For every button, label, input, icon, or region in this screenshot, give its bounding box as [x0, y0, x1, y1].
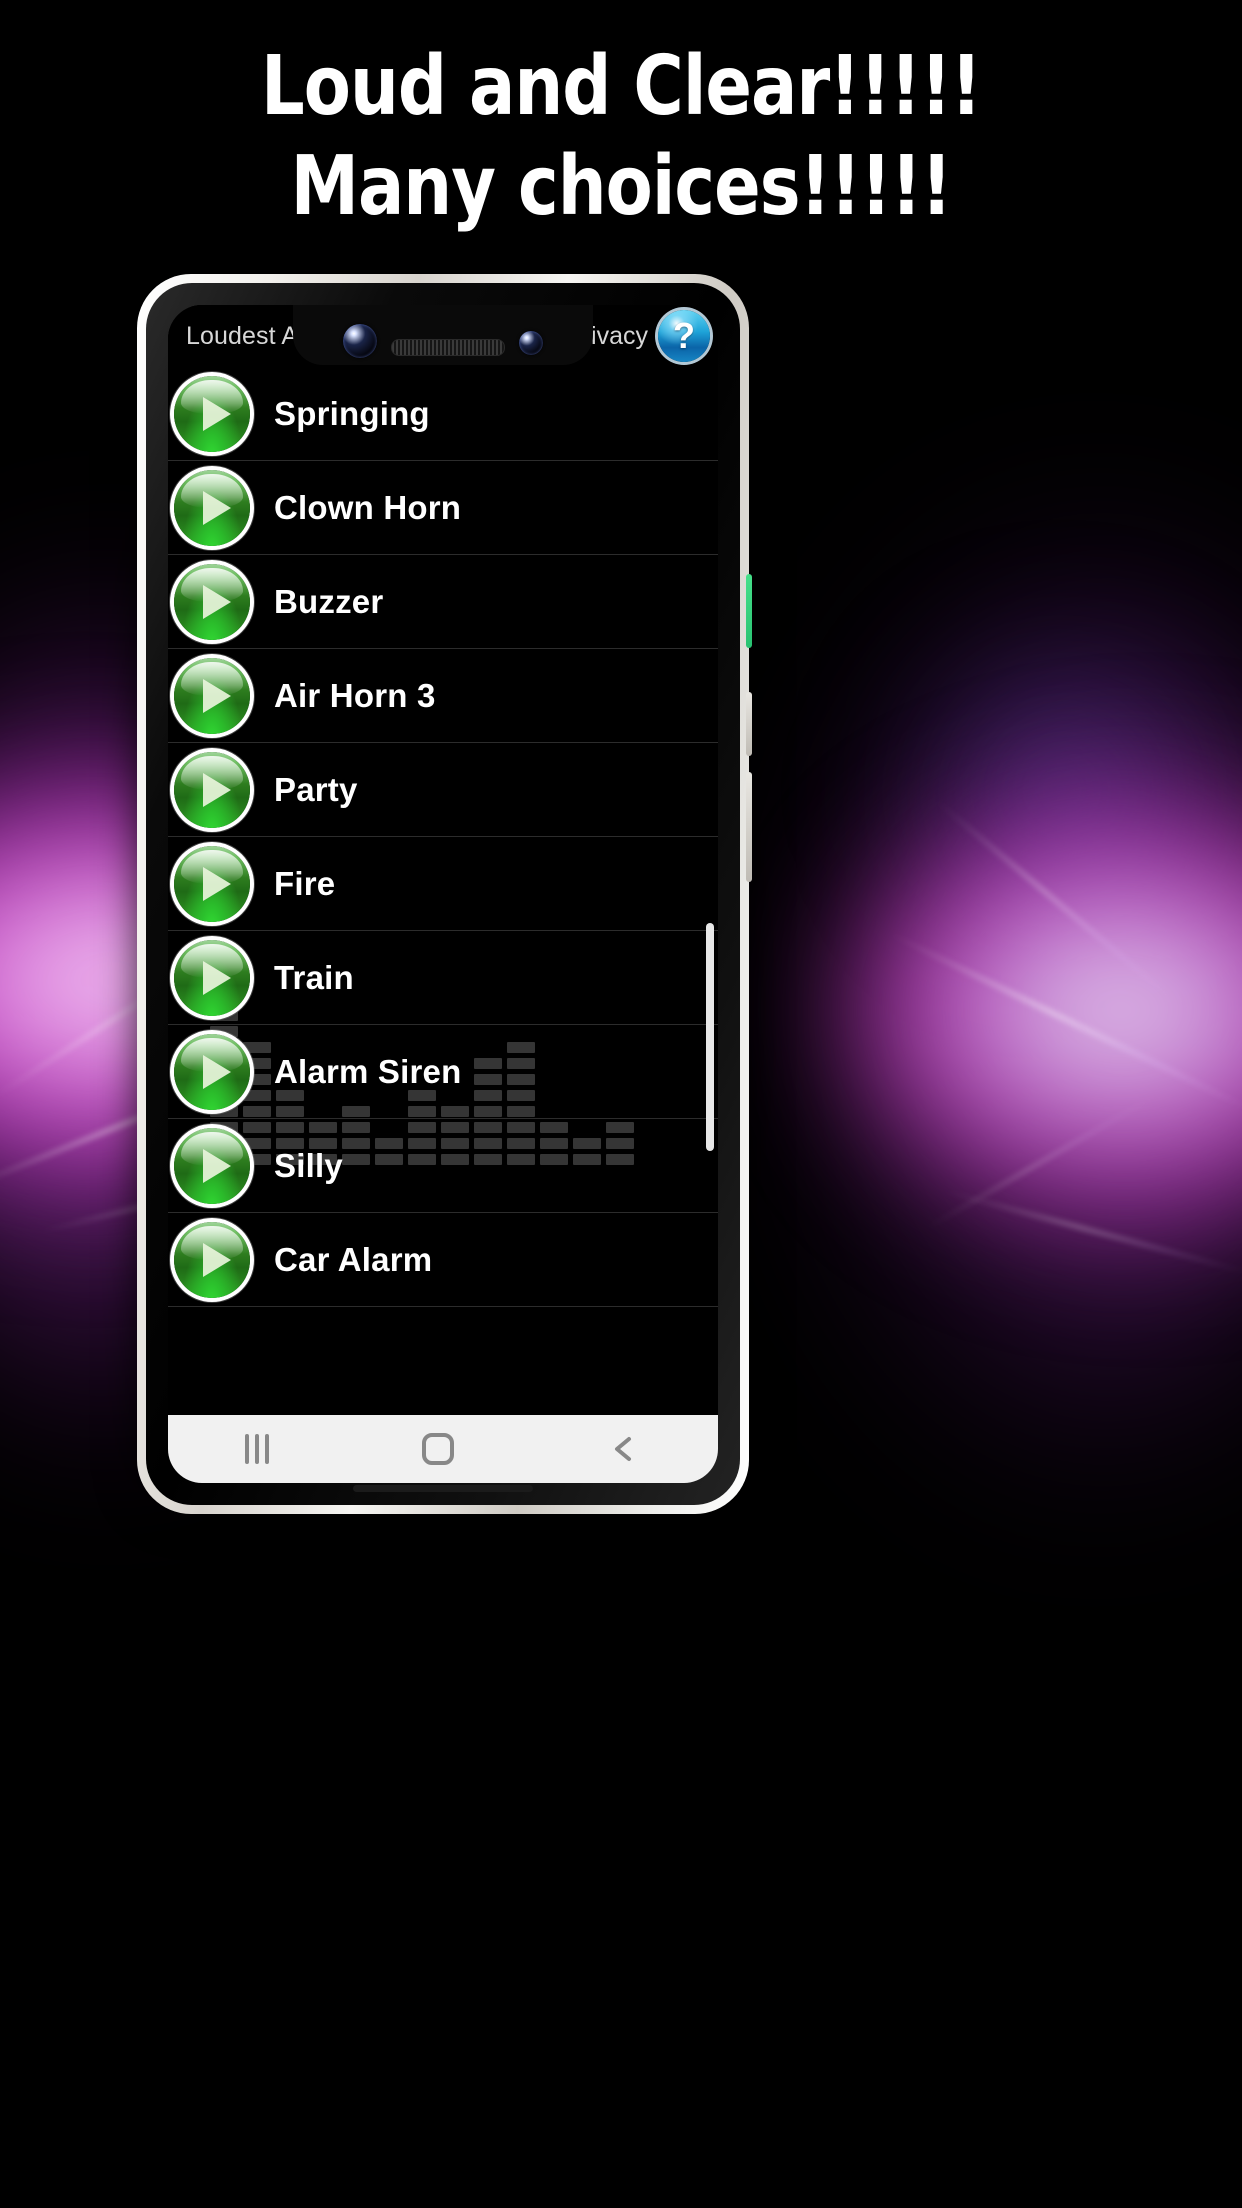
app-window: Loudest Alarm R Privacy ? Springing Clow… — [168, 305, 718, 1483]
play-triangle — [203, 678, 231, 713]
ringtone-label: Buzzer — [274, 582, 384, 620]
play-triangle — [203, 1148, 231, 1183]
ringtone-label: Air Horn 3 — [274, 676, 436, 714]
back-icon[interactable] — [607, 1432, 641, 1466]
side-button-accent[interactable] — [746, 574, 752, 648]
home-icon[interactable] — [421, 1433, 454, 1465]
ringtone-list[interactable]: Springing Clown Horn Buzzer Air Horn 3 Party… — [168, 367, 718, 1415]
play-icon[interactable] — [174, 657, 250, 734]
ringtone-label: Fire — [274, 864, 336, 902]
ringtone-row[interactable]: Air Horn 3 — [168, 649, 718, 743]
play-icon[interactable] — [174, 1033, 250, 1110]
play-triangle — [203, 396, 231, 431]
side-button-power[interactable] — [746, 772, 752, 882]
secondary-camera-icon — [519, 331, 543, 355]
ringtone-label: Clown Horn — [274, 488, 462, 526]
ringtone-row[interactable]: Car Alarm — [168, 1213, 718, 1307]
play-icon[interactable] — [174, 1127, 250, 1204]
glow-right-core — [842, 780, 1242, 1240]
headline-line-1: Loud and Clear!!!!! — [260, 39, 982, 134]
app-header: Loudest Alarm R Privacy ? — [168, 305, 718, 367]
phone-chin-speaker — [353, 1485, 533, 1492]
light-streak — [882, 928, 1242, 1117]
ringtone-label: Alarm Siren — [274, 1052, 462, 1090]
light-streak — [937, 1187, 1242, 1277]
recents-icon[interactable] — [244, 1434, 269, 1464]
play-icon[interactable] — [174, 939, 250, 1016]
ringtone-label: Car Alarm — [274, 1240, 433, 1278]
ringtone-rows: Springing Clown Horn Buzzer Air Horn 3 Party… — [168, 367, 718, 1307]
play-triangle — [203, 490, 231, 525]
play-triangle — [203, 1242, 231, 1277]
play-triangle — [203, 866, 231, 901]
ringtone-row[interactable]: Buzzer — [168, 555, 718, 649]
help-button[interactable]: ? — [658, 310, 710, 362]
front-camera-icon — [343, 324, 377, 358]
light-streak — [929, 794, 1185, 1010]
scrollbar-thumb[interactable] — [706, 923, 714, 1151]
phone-screen: Loudest Alarm R Privacy ? Springing Clow… — [168, 305, 718, 1483]
play-icon[interactable] — [174, 563, 250, 640]
phone-mockup: Loudest Alarm R Privacy ? Springing Clow… — [137, 274, 752, 1514]
ringtone-label: Silly — [274, 1146, 343, 1184]
play-triangle — [203, 584, 231, 619]
ringtone-row[interactable]: Silly — [168, 1119, 718, 1213]
play-icon[interactable] — [174, 375, 250, 452]
headline-line-2: Many choices!!!!! — [290, 139, 953, 234]
ringtone-row[interactable]: Party — [168, 743, 718, 837]
ringtone-label: Party — [274, 770, 358, 808]
play-icon[interactable] — [174, 751, 250, 828]
ringtone-row[interactable]: Clown Horn — [168, 461, 718, 555]
earpiece-speaker-icon — [391, 339, 505, 356]
ringtone-row[interactable]: Springing — [168, 367, 718, 461]
ringtone-label: Train — [274, 958, 354, 996]
play-triangle — [203, 772, 231, 807]
ringtone-label: Springing — [274, 394, 430, 432]
play-icon[interactable] — [174, 469, 250, 546]
glow-right-outer — [802, 520, 1242, 1480]
play-triangle — [203, 960, 231, 995]
android-navbar — [168, 1415, 718, 1483]
ringtone-row[interactable]: Fire — [168, 837, 718, 931]
light-streak — [920, 1090, 1164, 1233]
phone-notch — [293, 305, 593, 365]
play-icon[interactable] — [174, 845, 250, 922]
play-triangle — [203, 1054, 231, 1089]
ringtone-row[interactable]: Train — [168, 931, 718, 1025]
promo-headline: Loud and Clear!!!!! Many choices!!!!! — [0, 46, 1242, 228]
phone-bezel: Loudest Alarm R Privacy ? Springing Clow… — [146, 283, 740, 1505]
play-icon[interactable] — [174, 1221, 250, 1298]
side-button-volume[interactable] — [746, 692, 752, 756]
ringtone-row[interactable]: Alarm Siren — [168, 1025, 718, 1119]
glow-right-violet — [902, 640, 1222, 940]
question-mark-icon: ? — [673, 315, 695, 356]
